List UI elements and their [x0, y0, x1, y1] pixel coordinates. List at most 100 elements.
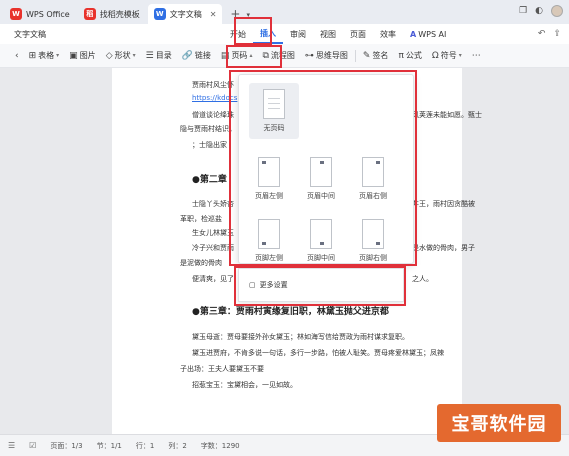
table-icon: ⊞	[28, 50, 37, 61]
tab-view[interactable]: 视图	[313, 24, 343, 44]
skin-icon[interactable]: ◐	[535, 6, 543, 16]
toc-button[interactable]: ☰ 目录	[141, 47, 177, 65]
image-icon: ▣	[69, 50, 78, 61]
close-icon[interactable]: ✕	[210, 10, 217, 19]
doc-line: 隐与贾雨村结识。	[180, 125, 236, 133]
tab-bar: W WPS Office 稻 找稻壳模板 W 文字文稿 ✕ + ▾ ❐ ◐	[0, 0, 569, 24]
status-col: 列：2	[168, 441, 187, 450]
option-label: 无页码	[263, 124, 285, 132]
doc-line: 冷子兴和贾雨	[192, 244, 234, 252]
tab-document[interactable]: W 文字文稿 ✕	[147, 4, 223, 24]
doc-line: 贾雨村风尘怀	[192, 81, 234, 89]
page-thumbnail-icon	[263, 89, 285, 119]
shape-label: 形状	[114, 51, 131, 60]
formula-button[interactable]: π 公式	[393, 47, 426, 65]
option-footer-left[interactable]: 页脚左侧	[255, 219, 283, 263]
table-label: 表格	[38, 51, 55, 60]
watermark-logo: 宝哥软件园	[437, 404, 561, 442]
option-footer-right[interactable]: 页脚右侧	[359, 219, 387, 263]
chapter-heading: ●第二章	[192, 175, 227, 185]
tab-wps-office[interactable]: W WPS Office	[4, 4, 76, 24]
option-label: 页脚右侧	[359, 254, 387, 262]
option-header-center[interactable]: 页眉中间	[307, 157, 335, 201]
mindmap-icon: ⊶	[304, 50, 314, 61]
document-title[interactable]: 文字文稿	[14, 29, 46, 40]
mindmap-button[interactable]: ⊶ 思维导图	[300, 47, 353, 65]
menu-icon[interactable]: ☰	[8, 441, 15, 450]
flowchart-button[interactable]: ⧉ 流程图	[257, 47, 299, 65]
menu-row: 文字文稿 开始 插入 审阅 视图 页面 效率 A WPS AI ↶ ⇪	[0, 24, 569, 44]
undo-icon[interactable]: ↶	[538, 29, 546, 39]
more-icon: ⋯	[471, 50, 481, 61]
option-label: 页脚中间	[307, 254, 335, 262]
menu-right-icons: ↶ ⇪	[538, 29, 561, 39]
tab-label: 找稻壳模板	[99, 9, 140, 19]
avatar[interactable]	[551, 5, 563, 17]
page-thumbnail-icon	[310, 157, 332, 187]
link-icon: 🔗	[181, 50, 193, 61]
shape-icon: ◇	[105, 50, 113, 61]
symbol-button[interactable]: Ω 符号 ▾	[427, 47, 467, 65]
tab-page[interactable]: 页面	[343, 24, 373, 44]
image-label: 图片	[79, 51, 96, 60]
page-number-icon: ▤	[220, 50, 230, 61]
new-tab-button[interactable]: +	[224, 7, 246, 24]
status-row: 行：1	[135, 441, 155, 450]
tab-efficiency[interactable]: 效率	[373, 24, 403, 44]
formula-label: 公式	[405, 51, 422, 60]
tab-review[interactable]: 审阅	[283, 24, 313, 44]
page-number-button[interactable]: ▤ 页码 ▴	[216, 47, 258, 65]
chevron-down-icon: ▾	[56, 52, 60, 59]
option-header-right[interactable]: 页眉右侧	[359, 157, 387, 201]
doc-line: 黛玉母逝：贾母要接外孙女黛玉；林如海写信给贾政为雨村谋求复职。	[192, 333, 409, 341]
page-thumbnail-icon	[362, 157, 384, 187]
restore-icon[interactable]: ❐	[519, 6, 527, 16]
doc-line: 是泥做的骨肉	[180, 259, 222, 267]
tab-label: WPS Office	[26, 9, 70, 19]
option-header-left[interactable]: 页眉左侧	[255, 157, 283, 201]
status-page[interactable]: 页面：1/3	[50, 441, 82, 451]
tab-docer-templates[interactable]: 稻 找稻壳模板	[78, 4, 146, 24]
doc-line: ；士隐出家	[192, 141, 227, 149]
page-number-dropdown: 无页码 页眉左侧 页眉中间 页眉右侧 页脚左侧 页脚中间 页脚右侧	[238, 74, 414, 264]
doc-line: 士隐丫头娇杏	[192, 200, 234, 208]
more-settings-button[interactable]: ▢ 更多设置	[238, 268, 404, 302]
divider	[354, 49, 356, 62]
status-section: 节：1/1	[96, 441, 122, 450]
toc-label: 目录	[155, 51, 172, 60]
chevron-down-icon[interactable]: ▾	[246, 11, 250, 24]
page-number-label: 页码	[231, 51, 248, 60]
option-label: 页脚左侧	[255, 254, 283, 262]
doc-link[interactable]: https://kdocs	[192, 94, 237, 102]
tab-wps-ai[interactable]: A WPS AI	[403, 24, 453, 44]
formula-icon: π	[398, 50, 404, 61]
more-button[interactable]: ⋯	[467, 47, 486, 65]
option-label: 页眉右侧	[359, 192, 387, 200]
link-label: 链接	[194, 51, 211, 60]
more-settings-label: 更多设置	[259, 281, 288, 289]
doc-line: 之人。	[412, 275, 433, 283]
ribbon-tabs: 开始 插入 审阅 视图 页面 效率 A WPS AI	[223, 24, 453, 44]
image-button[interactable]: ▣ 图片	[64, 47, 101, 65]
insert-toolbar: ‹ ⊞ 表格 ▾ ▣ 图片 ◇ 形状 ▾ ☰ 目录 🔗 链接 ▤ 页码 ▴ ⧉ 流程图 ⊶ 思维导图 …	[0, 44, 569, 68]
symbol-label: 符号	[440, 51, 457, 60]
doc-line: 是水做的骨肉，男子	[412, 244, 475, 252]
spellcheck-icon[interactable]: ☑	[29, 441, 36, 450]
shape-button[interactable]: ◇ 形状 ▾	[101, 47, 141, 65]
list-icon: ☰	[145, 50, 154, 61]
status-words[interactable]: 字数：1290	[201, 441, 240, 451]
option-no-page-number[interactable]: 无页码	[249, 83, 299, 139]
tab-insert[interactable]: 插入	[253, 24, 283, 44]
flowchart-label: 流程图	[270, 51, 295, 60]
tab-home[interactable]: 开始	[223, 24, 253, 44]
signature-button[interactable]: ✎ 签名	[358, 47, 394, 65]
link-button[interactable]: 🔗 链接	[177, 47, 216, 65]
page-thumbnail-icon	[258, 219, 280, 249]
option-footer-center[interactable]: 页脚中间	[307, 219, 335, 263]
signature-icon: ✎	[362, 50, 371, 61]
toolbar-back[interactable]: ‹	[10, 47, 24, 65]
page-thumbnail-icon	[310, 219, 332, 249]
doc-line: 革职，检巡盐	[180, 215, 222, 223]
share-icon[interactable]: ⇪	[553, 29, 561, 39]
table-button[interactable]: ⊞ 表格 ▾	[24, 47, 65, 65]
